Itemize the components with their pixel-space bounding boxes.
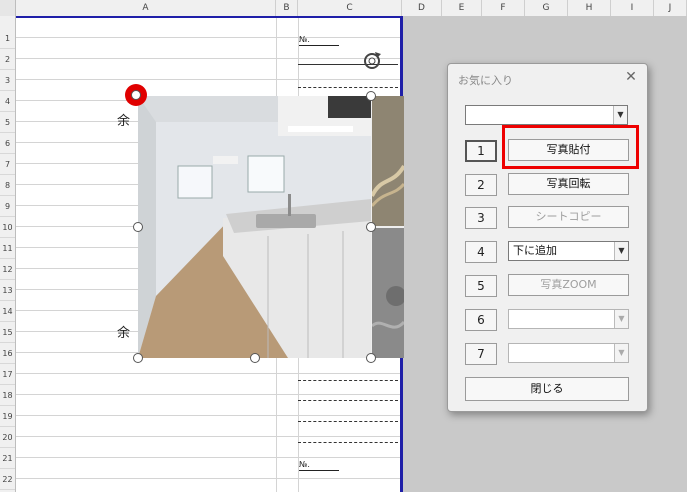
column-header-h[interactable]: H <box>568 0 611 16</box>
add-below-combo-value: 下に追加 <box>513 244 557 257</box>
favorites-dialog: お気に入り ✕ ▼ 1 写真貼付 2 写真回転 3 シートコピー 4 下に追加 … <box>447 63 648 412</box>
grid-line <box>16 478 400 479</box>
column-header-e[interactable]: E <box>442 0 482 16</box>
form-dotted-line <box>298 421 398 422</box>
row-header-18[interactable]: 18 <box>0 385 15 406</box>
resize-handle-right[interactable] <box>366 222 376 232</box>
column-header: A B C D E F G H I J <box>0 0 687 17</box>
row-header-7[interactable]: 7 <box>0 154 15 175</box>
row-header-13[interactable]: 13 <box>0 280 15 301</box>
chevron-down-icon[interactable]: ▼ <box>613 106 627 124</box>
form-dotted-line <box>298 380 398 381</box>
margin-label: 余 <box>117 326 131 341</box>
row-header-1[interactable]: 1 <box>0 28 15 49</box>
number-label: №. <box>299 35 310 44</box>
column-header-c[interactable]: C <box>298 0 402 16</box>
row-header-15[interactable]: 15 <box>0 322 15 343</box>
favorites-combo[interactable]: ▼ <box>465 105 628 125</box>
grid-line <box>16 37 400 38</box>
number-button-7[interactable]: 7 <box>465 343 497 365</box>
form-line <box>298 64 398 65</box>
column-header-f[interactable]: F <box>482 0 525 16</box>
number-button-5[interactable]: 5 <box>465 275 497 297</box>
grid-line <box>16 415 400 416</box>
grid-line <box>16 58 400 59</box>
grid-line <box>16 457 400 458</box>
print-area-border <box>16 16 402 18</box>
close-dialog-button[interactable]: 閉じる <box>465 377 629 401</box>
row-header-6[interactable]: 6 <box>0 133 15 154</box>
column-header-b[interactable]: B <box>276 0 298 16</box>
row-header-4[interactable]: 4 <box>0 91 15 112</box>
resize-handle-bottom-left[interactable] <box>133 353 143 363</box>
number-underline <box>299 470 339 471</box>
highlight-box <box>502 125 639 169</box>
kitchen-photo[interactable] <box>138 96 371 358</box>
rotate-handle-highlight[interactable] <box>125 84 147 106</box>
chevron-down-icon[interactable]: ▼ <box>614 310 628 328</box>
row-header-8[interactable]: 8 <box>0 175 15 196</box>
margin-label: 余 <box>117 114 131 129</box>
dialog-title: お気に入り <box>458 74 513 87</box>
number-button-6[interactable]: 6 <box>465 309 497 331</box>
resize-handle-left[interactable] <box>133 222 143 232</box>
kitchen-illustration <box>138 96 371 358</box>
action-combo-6[interactable]: ▼ <box>508 309 629 329</box>
number-button-4[interactable]: 4 <box>465 241 497 263</box>
column-header-a[interactable]: A <box>16 0 276 16</box>
sheet-copy-button[interactable]: シートコピー <box>508 206 629 228</box>
drain-illustration <box>372 96 404 358</box>
grid-line <box>16 373 400 374</box>
number-label: №. <box>299 460 310 469</box>
rotate-icon[interactable] <box>361 50 383 72</box>
photo-zoom-button[interactable]: 写真ZOOM <box>508 274 629 296</box>
row-header: 1 2 3 4 5 6 7 8 9 10 11 12 13 14 15 16 1… <box>0 16 16 492</box>
number-button-2[interactable]: 2 <box>465 174 497 196</box>
form-dotted-line <box>298 442 398 443</box>
grid-line <box>16 436 400 437</box>
close-icon[interactable]: ✕ <box>623 69 639 85</box>
row-header-17[interactable]: 17 <box>0 364 15 385</box>
select-all-corner[interactable] <box>0 0 16 16</box>
row-header-22[interactable]: 22 <box>0 469 15 490</box>
grid-line <box>16 79 400 80</box>
row-header-9[interactable]: 9 <box>0 196 15 217</box>
resize-handle-top-right[interactable] <box>366 91 376 101</box>
form-dotted-line <box>298 87 398 88</box>
row-header-19[interactable]: 19 <box>0 406 15 427</box>
form-dotted-line <box>298 400 398 401</box>
chevron-down-icon[interactable]: ▼ <box>614 242 628 260</box>
resize-handle-bottom-right[interactable] <box>366 353 376 363</box>
row-header-21[interactable]: 21 <box>0 448 15 469</box>
column-header-d[interactable]: D <box>402 0 442 16</box>
number-underline <box>299 45 339 46</box>
column-header-j[interactable]: J <box>654 0 687 16</box>
row-header-2[interactable]: 2 <box>0 49 15 70</box>
row-header-14[interactable]: 14 <box>0 301 15 322</box>
column-header-g[interactable]: G <box>525 0 568 16</box>
rotate-photo-button[interactable]: 写真回転 <box>508 173 629 195</box>
resize-handle-bottom[interactable] <box>250 353 260 363</box>
row-header-20[interactable]: 20 <box>0 427 15 448</box>
number-button-3[interactable]: 3 <box>465 207 497 229</box>
row-header-10[interactable]: 10 <box>0 217 15 238</box>
row-header-3[interactable]: 3 <box>0 70 15 91</box>
action-combo-7[interactable]: ▼ <box>508 343 629 363</box>
row-header-11[interactable]: 11 <box>0 238 15 259</box>
chevron-down-icon[interactable]: ▼ <box>614 344 628 362</box>
number-button-1[interactable]: 1 <box>465 140 497 162</box>
row-header-16[interactable]: 16 <box>0 343 15 364</box>
grid-line <box>16 394 400 395</box>
column-header-i[interactable]: I <box>611 0 654 16</box>
row-header-12[interactable]: 12 <box>0 259 15 280</box>
add-below-combo[interactable]: 下に追加 ▼ <box>508 241 629 261</box>
row-header-5[interactable]: 5 <box>0 112 15 133</box>
